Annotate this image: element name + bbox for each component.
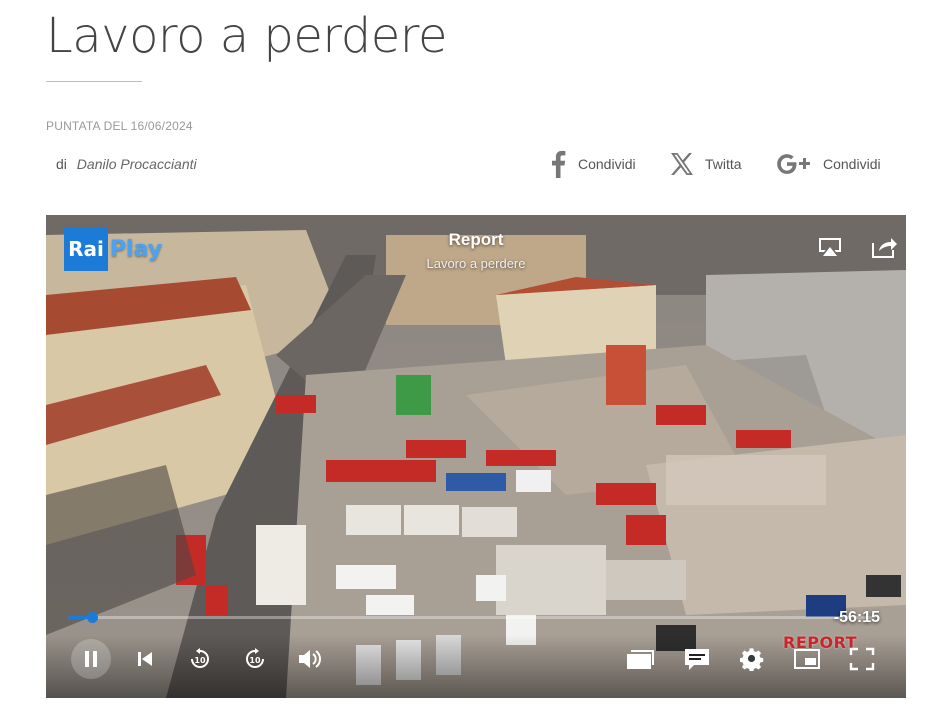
share-google-button[interactable]: Condividi bbox=[775, 148, 881, 180]
svg-text:10: 10 bbox=[249, 656, 261, 665]
episodes-icon bbox=[627, 650, 654, 669]
airplay-button[interactable] bbox=[816, 235, 844, 259]
pause-button[interactable] bbox=[71, 639, 111, 679]
video-title: Report bbox=[448, 230, 504, 249]
rewind-10-button[interactable]: 10 bbox=[181, 640, 219, 678]
share-google-label: Condividi bbox=[823, 156, 881, 172]
share-icon bbox=[872, 238, 897, 258]
article-title: Lavoro a perdere bbox=[46, 8, 448, 64]
video-frame bbox=[46, 215, 906, 698]
controls-shade bbox=[46, 635, 906, 698]
forward-10-button[interactable]: 10 bbox=[236, 640, 274, 678]
fullscreen-button[interactable] bbox=[843, 640, 881, 678]
airplay-icon bbox=[819, 238, 841, 256]
settings-gear-icon bbox=[740, 648, 764, 671]
episodes-button[interactable] bbox=[622, 640, 660, 678]
forward-10-icon: 10 bbox=[246, 648, 264, 668]
byline: di Danilo Procaccianti bbox=[56, 156, 197, 172]
subtitles-button[interactable] bbox=[678, 640, 716, 678]
video-player[interactable]: Rai Play Report Lavoro a perdere -56:15 … bbox=[46, 215, 906, 698]
share-facebook-label: Condividi bbox=[578, 156, 636, 172]
author-link[interactable]: Danilo Procaccianti bbox=[77, 156, 197, 172]
remaining-time: -56:15 bbox=[833, 609, 880, 626]
progress-track[interactable] bbox=[68, 616, 876, 619]
rewind-10-icon: 10 bbox=[191, 648, 209, 668]
title-divider bbox=[46, 81, 142, 82]
google-plus-icon bbox=[777, 154, 810, 174]
picture-in-picture-icon bbox=[794, 649, 820, 669]
share-facebook-button[interactable]: Condividi bbox=[548, 148, 636, 180]
svg-text:10: 10 bbox=[194, 656, 206, 665]
settings-button[interactable] bbox=[733, 640, 771, 678]
byline-prefix: di bbox=[56, 156, 67, 172]
episode-date: PUNTATA DEL 16/06/2024 bbox=[46, 119, 193, 133]
volume-icon bbox=[299, 650, 321, 668]
facebook-icon bbox=[552, 150, 566, 178]
fullscreen-icon bbox=[849, 647, 875, 671]
share-video-button[interactable] bbox=[870, 235, 898, 259]
previous-button[interactable] bbox=[126, 640, 164, 678]
video-subtitle: Lavoro a perdere bbox=[426, 256, 526, 271]
x-icon bbox=[671, 153, 693, 175]
volume-button[interactable] bbox=[291, 640, 329, 678]
progress-handle[interactable] bbox=[87, 612, 98, 623]
subtitles-icon bbox=[685, 649, 709, 670]
share-x-button[interactable]: Twitta bbox=[669, 148, 742, 180]
share-x-label: Twitta bbox=[705, 156, 742, 172]
skip-previous-icon bbox=[138, 652, 152, 666]
picture-in-picture-button[interactable] bbox=[788, 640, 826, 678]
pause-icon bbox=[85, 651, 97, 667]
